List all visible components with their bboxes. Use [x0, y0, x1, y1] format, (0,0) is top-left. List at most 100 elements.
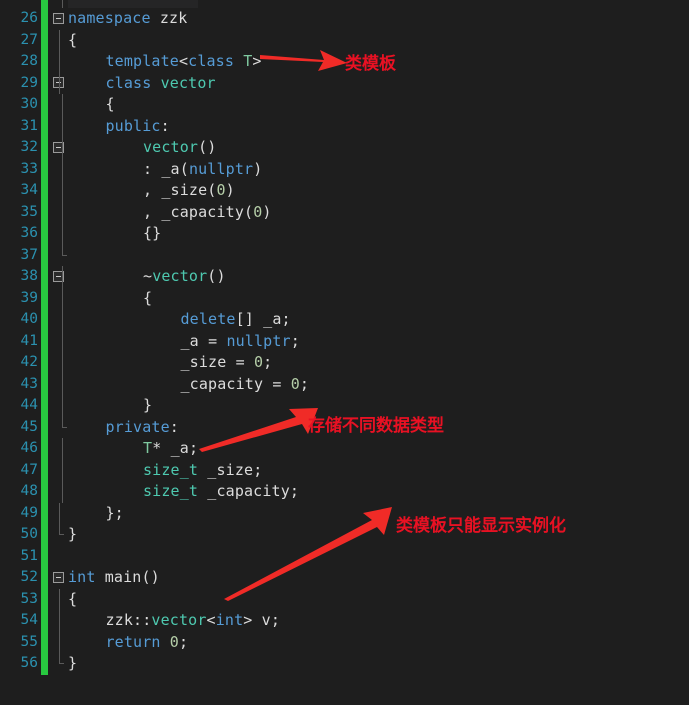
code-line[interactable]: 32 vector() [0, 137, 689, 159]
indent-guide [62, 438, 63, 460]
indent-guide [62, 481, 63, 503]
change-indicator-bar [41, 287, 48, 309]
change-indicator-bar [41, 352, 48, 374]
code-text: _size = 0; [180, 353, 273, 371]
change-indicator-bar [41, 588, 48, 610]
code-line[interactable]: 50} [0, 524, 689, 546]
code-line[interactable]: 41 _a = nullptr; [0, 330, 689, 352]
fold-collapse-icon[interactable] [53, 571, 64, 583]
code-line[interactable]: 27 { [0, 29, 689, 51]
code-line[interactable]: 36 {} [0, 223, 689, 245]
indent-guide [62, 395, 63, 417]
change-indicator-bar [41, 115, 48, 137]
indent-guide [62, 309, 63, 331]
line-number: 53 [20, 590, 38, 607]
code-line[interactable]: 40 delete[] _a; [0, 309, 689, 331]
line-number: 29 [20, 74, 38, 91]
code-text: zzk::vector<int> v; [105, 611, 280, 629]
code-line[interactable]: 54 zzk::vector<int> v; [0, 610, 689, 632]
code-text: : _a(nullptr) [143, 159, 263, 178]
change-indicator-bar [41, 545, 48, 567]
code-line[interactable]: 46 T* _a; [0, 438, 689, 460]
code-line[interactable]: 49}; [0, 502, 689, 524]
line-number: 28 [20, 53, 38, 69]
line-number: 31 [20, 117, 38, 134]
clipped-indent-guide [62, 0, 63, 8]
line-number: 48 [20, 483, 38, 499]
indent-guide [59, 610, 60, 632]
code-line[interactable]: 30 { [0, 94, 689, 116]
indent-guide [62, 330, 63, 352]
code-line[interactable]: 37 [0, 244, 689, 266]
clipped-selection-highlight [68, 0, 198, 8]
change-indicator-bar [41, 330, 48, 352]
indent-guide [62, 223, 63, 245]
indent-guide [62, 137, 63, 159]
code-line[interactable]: 51 [0, 545, 689, 567]
code-line[interactable]: 53 { [0, 588, 689, 610]
indent-guide [59, 72, 60, 94]
code-line[interactable]: 29 class vector [0, 72, 689, 94]
change-indicator-bar [41, 29, 48, 51]
code-text: template<class T> [105, 52, 262, 70]
change-indicator-bar [41, 51, 48, 73]
code-text: int main() [68, 568, 160, 586]
indent-guide [62, 180, 63, 202]
code-line[interactable]: 42 _size = 0; [0, 352, 689, 374]
line-number: 30 [20, 96, 38, 112]
code-text: , _size(0) [143, 181, 235, 199]
code-line[interactable]: 35 , _capacity(0) [0, 201, 689, 223]
code-line[interactable]: 52 int main() [0, 567, 689, 589]
line-number: 41 [20, 332, 38, 349]
code-text: size_t _capacity; [143, 482, 300, 500]
change-indicator-bar [41, 94, 48, 116]
code-text: public: [105, 116, 170, 135]
code-text: size_t _size; [143, 460, 263, 479]
indent-guide-foot [62, 254, 67, 256]
change-indicator-bar [41, 8, 48, 30]
clipped-top-line [0, 0, 689, 8]
code-text: { [68, 30, 78, 49]
change-indicator-bar [41, 223, 48, 245]
code-line[interactable]: 47 size_t _size; [0, 459, 689, 481]
line-number: 54 [20, 612, 38, 628]
line-number: 27 [20, 31, 38, 48]
line-number: 32 [20, 139, 38, 155]
code-text: } [68, 654, 78, 672]
change-indicator-bar [41, 481, 48, 503]
code-line[interactable]: 31 public: [0, 115, 689, 137]
line-number: 47 [20, 461, 38, 478]
indent-guide [59, 502, 60, 524]
change-indicator-bar [41, 459, 48, 481]
code-line[interactable]: 34 , _size(0) [0, 180, 689, 202]
anno-explicit-instantiation: 类模板只能显示实例化 [396, 516, 566, 536]
code-text: { [68, 589, 78, 608]
line-number: 38 [20, 268, 38, 284]
line-number: 42 [20, 354, 38, 370]
code-line[interactable]: 38 ~vector() [0, 266, 689, 288]
code-text: return 0; [105, 632, 189, 651]
code-line[interactable]: 33: _a(nullptr) [0, 158, 689, 180]
code-line[interactable]: 43 _capacity = 0; [0, 373, 689, 395]
code-line[interactable]: 48 size_t _capacity; [0, 481, 689, 503]
code-lines-container[interactable]: 26 namespace zzk 27 {28 template<class T> 29 c… [0, 8, 689, 705]
change-indicator-bar [41, 180, 48, 202]
line-number: 40 [20, 311, 38, 327]
line-number: 44 [20, 397, 38, 413]
fold-collapse-icon[interactable] [53, 12, 64, 24]
code-text: vector() [143, 138, 217, 156]
line-number: 36 [20, 225, 38, 241]
change-indicator-bar [41, 266, 48, 288]
change-indicator-bar [41, 610, 48, 632]
change-indicator-bar [41, 158, 48, 180]
code-line[interactable]: 26 namespace zzk [0, 8, 689, 30]
indent-guide-foot [59, 534, 64, 535]
code-line[interactable]: 55 return 0; [0, 631, 689, 653]
change-indicator-bar [41, 567, 48, 589]
code-line[interactable]: 39 { [0, 287, 689, 309]
code-line[interactable]: 56} [0, 653, 689, 675]
indent-guide-foot [62, 426, 67, 428]
line-number: 56 [20, 655, 38, 671]
clipped-change-bar [41, 0, 48, 8]
change-indicator-bar [41, 373, 48, 395]
